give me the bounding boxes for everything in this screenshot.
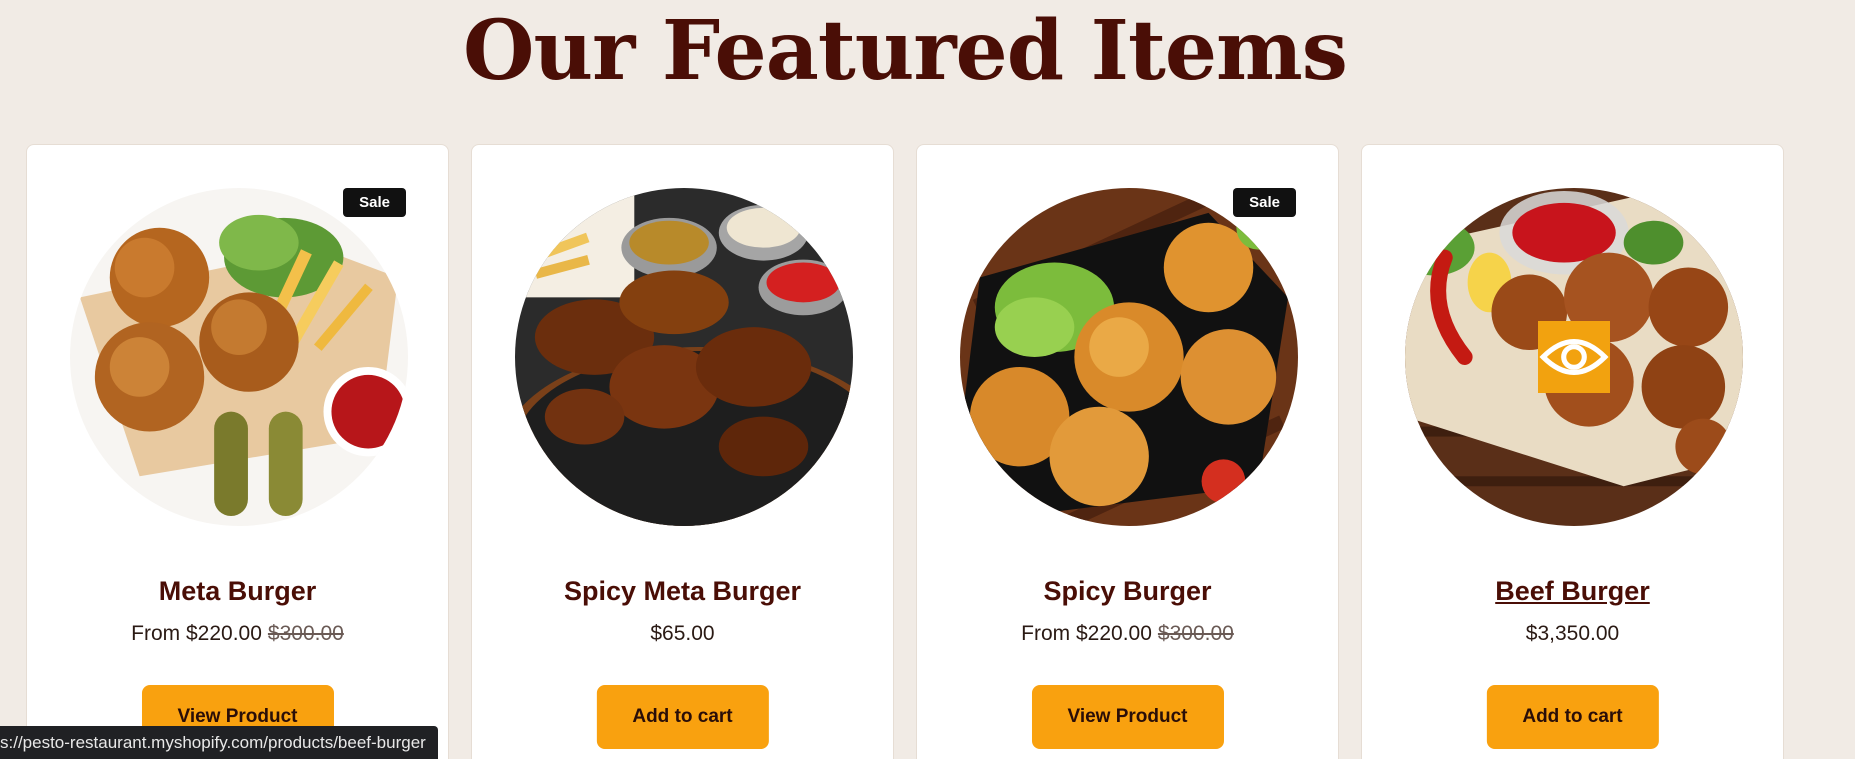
regular-price: $65.00 [650,622,715,645]
product-title[interactable]: Spicy Meta Burger [472,575,893,607]
page: Our Featured Items Sale Meta Burger From… [0,0,1855,759]
product-image[interactable] [70,188,408,526]
product-grid: Sale Meta Burger From $220.00 $300.00 Vi… [26,144,1784,759]
sale-price: From $220.00 [1021,622,1152,645]
sale-badge: Sale [1233,188,1296,217]
compare-price: $300.00 [1157,622,1234,645]
product-price: From $220.00 $300.00 [917,621,1338,646]
regular-price: $3,350.00 [1525,622,1620,645]
view-product-button[interactable]: View Product [1031,685,1224,749]
product-card-spicy-burger[interactable]: Sale Spicy Burger From $220.00 $300.00 V… [916,144,1339,759]
add-to-cart-button[interactable]: Add to cart [1486,685,1659,749]
sale-price: From $220.00 [131,622,262,645]
product-card-spicy-meta-burger[interactable]: Spicy Meta Burger $65.00 Add to cart [471,144,894,759]
product-title[interactable]: Meta Burger [27,575,448,607]
compare-price: $300.00 [267,622,344,645]
eye-icon [1539,339,1609,375]
status-bar-url: s://pesto-restaurant.myshopify.com/produ… [0,726,438,759]
add-to-cart-button[interactable]: Add to cart [596,685,769,749]
quick-view-button[interactable] [1538,321,1610,393]
product-image[interactable] [1405,188,1743,526]
product-title[interactable]: Beef Burger [1362,575,1783,607]
product-price: From $220.00 $300.00 [27,621,448,646]
product-image[interactable] [960,188,1298,526]
product-card-meta-burger[interactable]: Sale Meta Burger From $220.00 $300.00 Vi… [26,144,449,759]
sale-badge: Sale [343,188,406,217]
product-card-beef-burger[interactable]: Beef Burger $3,350.00 Add to cart [1361,144,1784,759]
crispy-chicken-image [960,188,1298,526]
chicken-wings-image [515,188,853,526]
section-title: Our Featured Items [463,3,1348,99]
product-price: $3,350.00 [1362,621,1783,646]
product-price: $65.00 [472,621,893,646]
product-image[interactable] [515,188,853,526]
fried-chicken-image [70,188,408,526]
product-title[interactable]: Spicy Burger [917,575,1338,607]
